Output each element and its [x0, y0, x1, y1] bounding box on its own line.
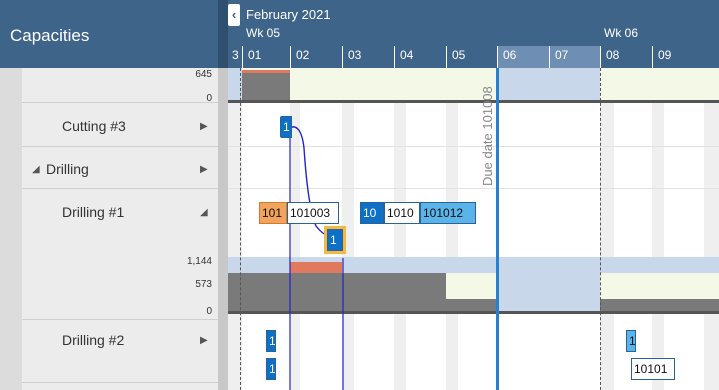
row-label-cutting-3[interactable]: Cutting #3: [62, 118, 126, 134]
task-bar[interactable]: 10101: [631, 358, 675, 380]
header-splitter: [218, 0, 228, 68]
collapse-left-icon[interactable]: ‹: [228, 4, 240, 26]
day-header-08[interactable]: 08: [600, 46, 652, 68]
day-header-07[interactable]: 07: [549, 46, 600, 68]
day-header-04[interactable]: 04: [394, 46, 446, 68]
task-bar-selected[interactable]: 1: [327, 229, 343, 251]
row-separator: [22, 146, 218, 147]
collapse-down-icon[interactable]: ◢: [32, 164, 40, 175]
collapse-down-icon[interactable]: ◢: [200, 207, 208, 218]
expand-right-icon[interactable]: ▶: [200, 121, 208, 132]
day-header-01[interactable]: 01: [242, 46, 290, 68]
day-header-09[interactable]: 09: [652, 46, 719, 68]
row-separator: [22, 188, 218, 189]
day-header-02[interactable]: 02: [290, 46, 342, 68]
panel-title: Capacities: [10, 26, 90, 45]
task-bar[interactable]: 1: [266, 330, 276, 352]
task-bar[interactable]: 101012: [420, 202, 476, 224]
dependency-arrows: [288, 120, 344, 390]
axis-tick: 645: [195, 69, 212, 80]
row-separator: [22, 319, 218, 320]
day-header-03[interactable]: 03: [342, 46, 394, 68]
task-bar[interactable]: 101003: [287, 202, 339, 224]
task-bar[interactable]: 1: [266, 358, 276, 380]
header-bar: Capacities ‹ February 2021 Wk 05 Wk 06 3…: [0, 0, 719, 68]
month-label: February 2021: [246, 7, 331, 22]
indent-column: [0, 68, 22, 390]
gantt-chart[interactable]: Due date 101008 1 101 101003 10 1010 101…: [228, 68, 719, 390]
day-header-05[interactable]: 05: [446, 46, 497, 68]
task-bar[interactable]: 1010: [384, 202, 420, 224]
task-bar[interactable]: 1: [626, 330, 636, 352]
task-bar[interactable]: 101: [259, 202, 287, 224]
week-label-05: Wk 05: [246, 26, 281, 40]
week-label-06: Wk 06: [604, 26, 639, 40]
resource-panel: 645 0 Cutting #3 ▶ ◢ Drilling ▶ Drilling…: [0, 68, 218, 390]
row-label-drilling-1[interactable]: Drilling #1: [62, 204, 124, 220]
task-bar[interactable]: 10: [360, 202, 384, 224]
panel-splitter[interactable]: [218, 68, 228, 390]
day-header-prev[interactable]: 3: [230, 46, 242, 68]
day-header-06[interactable]: 06: [497, 46, 549, 68]
task-bar[interactable]: 1: [280, 116, 292, 138]
expand-right-icon[interactable]: ▶: [200, 335, 208, 346]
expand-right-icon[interactable]: ▶: [200, 164, 208, 175]
row-label-drilling-2[interactable]: Drilling #2: [62, 332, 124, 348]
axis-tick: 1,144: [186, 256, 212, 267]
axis-tick: 0: [206, 306, 212, 317]
row-separator: [22, 382, 218, 383]
row-separator: [22, 102, 218, 103]
axis-tick: 573: [195, 279, 212, 290]
row-label-drilling[interactable]: Drilling: [46, 161, 89, 177]
